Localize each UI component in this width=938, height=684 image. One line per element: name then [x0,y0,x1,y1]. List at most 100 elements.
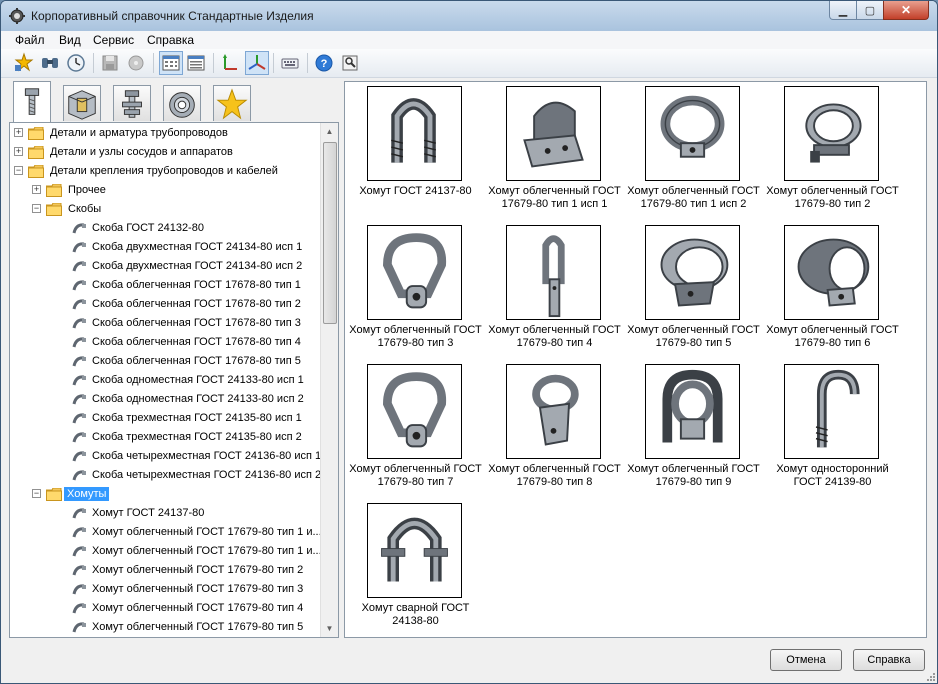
item-thumbnail[interactable] [506,225,601,320]
maximize-button[interactable]: ▢ [856,1,884,20]
item-thumbnail[interactable] [367,503,462,598]
tree-folder[interactable]: − Детали крепления трубопроводов и кабеле… [10,162,322,181]
gallery-item[interactable]: Хомут облегченный ГОСТ 17679-80 тип 2 [763,84,902,222]
tree-folder[interactable]: + Детали и узлы сосудов и аппаратов [10,143,322,162]
tree-folder[interactable]: − Скобы [10,200,322,219]
clock-button[interactable] [65,52,87,74]
folder-icon [27,145,44,160]
tree-item[interactable]: Скоба двухместная ГОСТ 24134-80 исп 2 [10,257,322,276]
scroll-down-icon[interactable]: ▼ [321,620,338,637]
tab-part-tab[interactable] [63,85,101,121]
cancel-button[interactable]: Отмена [770,649,842,671]
close-button[interactable]: ✕ [883,1,929,20]
gallery-item[interactable]: Хомут облегченный ГОСТ 17679-80 тип 7 [346,362,485,500]
gallery-item[interactable]: Хомут облегченный ГОСТ 17679-80 тип 1 ис… [624,84,763,222]
tree-item[interactable]: Скоба одноместная ГОСТ 24133-80 исп 1 [10,371,322,390]
tree-label: Скоба двухместная ГОСТ 24134-80 исп 1 [92,241,303,253]
tree-item[interactable]: Хомут облегченный ГОСТ 17679-80 тип 1 и.… [10,542,322,561]
menu-service[interactable]: Сервис [93,33,134,47]
expand-icon[interactable]: + [32,185,41,194]
item-thumbnail[interactable] [367,364,462,459]
help-button[interactable]: Справка [853,649,925,671]
item-thumbnail[interactable] [645,364,740,459]
list-view-button[interactable] [185,52,207,74]
axes-3d-button[interactable] [245,51,269,75]
gallery-item[interactable]: Хомут облегченный ГОСТ 17679-80 тип 5 [624,223,763,361]
tree-item[interactable]: Скоба трехместная ГОСТ 24135-80 исп 2 [10,428,322,447]
binoculars-button[interactable] [39,52,61,74]
expand-icon[interactable]: + [14,128,23,137]
gallery-item[interactable]: Хомут ГОСТ 24137-80 [346,84,485,222]
tree-item[interactable]: Скоба облегченная ГОСТ 17678-80 тип 4 [10,333,322,352]
tree-item[interactable]: Хомут облегченный ГОСТ 17679-80 тип 4 [10,599,322,618]
item-thumbnail[interactable] [506,86,601,181]
tree-folder[interactable]: − Хомуты [10,485,322,504]
tree-item[interactable]: Скоба трехместная ГОСТ 24135-80 исп 1 [10,409,322,428]
help-button[interactable]: ? [313,52,335,74]
collapse-icon[interactable]: − [14,166,23,175]
tree-item[interactable]: Скоба одноместная ГОСТ 24133-80 исп 2 [10,390,322,409]
list-view-icon [187,55,205,71]
tree-item[interactable]: Скоба ГОСТ 24132-80 [10,219,322,238]
tree-folder[interactable]: + Прочее [10,181,322,200]
tree-item[interactable]: Скоба облегченная ГОСТ 17678-80 тип 1 [10,276,322,295]
item-thumbnail[interactable] [367,86,462,181]
gallery-item[interactable]: Хомут облегченный ГОСТ 17679-80 тип 3 [346,223,485,361]
minimize-button[interactable]: ▁ [829,1,857,20]
gallery-item[interactable]: Хомут облегченный ГОСТ 17679-80 тип 1 ис… [485,84,624,222]
title-bar[interactable]: Корпоративный справочник Стандартные Изд… [1,1,937,31]
collapse-icon[interactable]: − [32,489,41,498]
item-thumbnail[interactable] [784,86,879,181]
part-icon [72,240,88,255]
tree-item[interactable]: Хомут облегченный ГОСТ 17679-80 тип 1 и.… [10,523,322,542]
menu-view[interactable]: Вид [59,33,81,47]
save-button[interactable] [99,52,121,74]
tab-favorites-star[interactable] [213,85,251,121]
collapse-icon[interactable]: − [32,204,41,213]
keyboard-button[interactable] [279,52,301,74]
item-thumbnail[interactable] [784,225,879,320]
item-thumbnail[interactable] [506,364,601,459]
tree-item[interactable]: Скоба четырехместная ГОСТ 24136-80 исп 1 [10,447,322,466]
grid-view-button[interactable] [159,51,183,75]
gallery-item[interactable]: Хомут сварной ГОСТ 24138-80 [346,501,485,639]
main-window: Корпоративный справочник Стандартные Изд… [0,0,938,684]
clock-icon [67,54,85,72]
tree-item[interactable]: Скоба двухместная ГОСТ 24134-80 исп 1 [10,238,322,257]
gallery-item[interactable]: Хомут облегченный ГОСТ 17679-80 тип 4 [485,223,624,361]
scroll-thumb[interactable] [323,142,337,324]
tab-assembly-tab[interactable] [113,85,151,121]
tab-gear-tab[interactable] [163,85,201,121]
part-icon [72,430,88,445]
scroll-up-icon[interactable]: ▲ [321,123,338,140]
tree-folder[interactable]: + Детали и арматура трубопроводов [10,124,322,143]
gallery-item[interactable]: Хомут облегченный ГОСТ 17679-80 тип 6 [763,223,902,361]
tree-scrollbar[interactable]: ▲ ▼ [320,123,338,637]
item-thumbnail[interactable] [645,225,740,320]
tree-item[interactable]: Скоба четырехместная ГОСТ 24136-80 исп 2 [10,466,322,485]
tree-item[interactable]: Хомут облегченный ГОСТ 17679-80 тип 3 [10,580,322,599]
expand-icon[interactable]: + [14,147,23,156]
resize-grip-icon[interactable] [925,671,935,681]
tree-item[interactable]: Хомут ГОСТ 24137-80 [10,504,322,523]
item-thumbnail[interactable] [367,225,462,320]
item-thumbnail[interactable] [784,364,879,459]
menu-help[interactable]: Справка [147,33,194,47]
gallery-item[interactable]: Хомут облегченный ГОСТ 17679-80 тип 9 [624,362,763,500]
add-star-button[interactable] [13,52,35,74]
info-button[interactable] [339,52,361,74]
item-thumbnail[interactable] [645,86,740,181]
gallery-item[interactable]: Хомут односторонний ГОСТ 24139-80 [763,362,902,500]
item-label: Хомут облегченный ГОСТ 17679-80 тип 7 [349,463,482,488]
tree-item[interactable]: Скоба облегченная ГОСТ 17678-80 тип 3 [10,314,322,333]
disk-button[interactable] [125,52,147,74]
tree-item[interactable]: Скоба облегченная ГОСТ 17678-80 тип 2 [10,295,322,314]
tree-item[interactable]: Хомут облегченный ГОСТ 17679-80 тип 5 [10,618,322,637]
menu-file[interactable]: Файл [15,33,45,47]
gallery-item[interactable]: Хомут облегченный ГОСТ 17679-80 тип 8 [485,362,624,500]
tree-item[interactable]: Хомут облегченный ГОСТ 17679-80 тип 2 [10,561,322,580]
tab-bolt-tab[interactable] [13,81,51,123]
part-icon [72,563,88,578]
axes-2d-button[interactable] [219,52,241,74]
tree-item[interactable]: Скоба облегченная ГОСТ 17678-80 тип 5 [10,352,322,371]
